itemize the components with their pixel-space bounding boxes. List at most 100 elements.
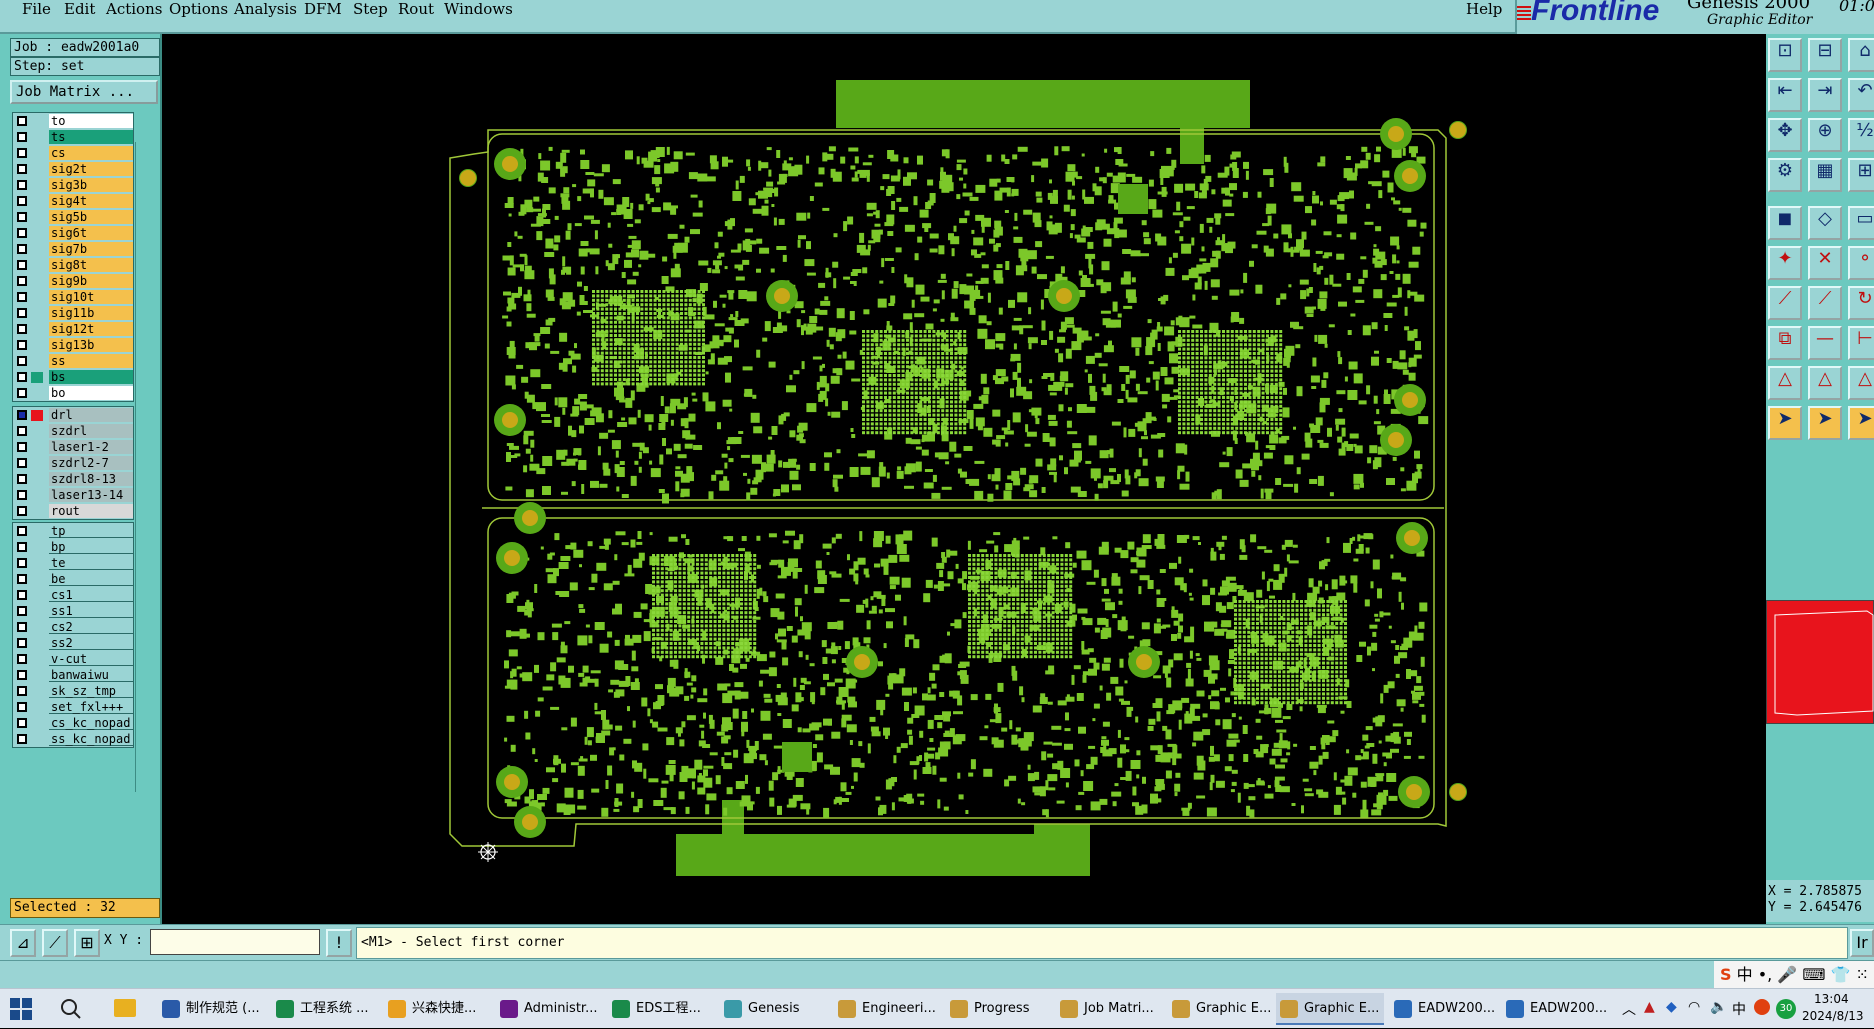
menu-edit[interactable]: Edit	[64, 0, 95, 18]
menu-step[interactable]: Step	[353, 0, 388, 18]
layer-row[interactable]: rout	[13, 503, 133, 519]
menu-help[interactable]: Help	[1466, 0, 1502, 18]
layer-checkbox[interactable]	[17, 718, 27, 728]
layer-row[interactable]: cs2	[13, 619, 133, 635]
layer-checkbox[interactable]	[17, 574, 27, 584]
layer-checkbox[interactable]	[17, 506, 27, 516]
layer-checkbox[interactable]	[17, 558, 27, 568]
layer-checkbox[interactable]	[17, 292, 27, 302]
menu-dfm[interactable]: DFM	[304, 0, 342, 18]
menu-actions[interactable]: Actions	[106, 0, 162, 18]
layer-checkbox[interactable]	[17, 180, 27, 190]
layer-checkbox[interactable]	[17, 606, 27, 616]
layer-row[interactable]: ts	[13, 129, 133, 145]
layer-row[interactable]: ss1	[13, 603, 133, 619]
layer-row[interactable]: sig7b	[13, 241, 133, 257]
layer-checkbox[interactable]	[17, 244, 27, 254]
layer-checkbox[interactable]	[17, 308, 27, 318]
layer-checkbox[interactable]	[17, 654, 27, 664]
layer-checkbox[interactable]	[17, 542, 27, 552]
layer-checkbox[interactable]	[17, 474, 27, 484]
layer-row[interactable]: tp	[13, 523, 133, 539]
menu-file[interactable]: File	[22, 0, 51, 18]
layer-checkbox[interactable]	[17, 116, 27, 126]
layer-row[interactable]: sig9b	[13, 273, 133, 289]
layer-row[interactable]: cs1	[13, 587, 133, 603]
menu-rout[interactable]: Rout	[398, 0, 434, 18]
pad	[871, 339, 874, 342]
layer-checkbox[interactable]	[17, 490, 27, 500]
layer-checkbox[interactable]	[17, 458, 27, 468]
layer-checkbox[interactable]	[17, 388, 27, 398]
pad	[1337, 437, 1342, 443]
layer-row[interactable]: set_fxl+++	[13, 699, 133, 715]
pcb-board-view[interactable]	[162, 34, 1766, 924]
layer-checkbox[interactable]	[17, 426, 27, 436]
layer-row[interactable]: cs_kc_nopad	[13, 715, 133, 731]
menu-options[interactable]: Options	[169, 0, 228, 18]
layer-row[interactable]: bo	[13, 385, 133, 401]
layer-row[interactable]: sig3b	[13, 177, 133, 193]
layer-checkbox[interactable]	[17, 442, 27, 452]
layer-row[interactable]: drl	[13, 407, 133, 423]
layer-checkbox[interactable]	[17, 686, 27, 696]
layer-checkbox[interactable]	[17, 410, 27, 420]
layer-row[interactable]: laser1-2	[13, 439, 133, 455]
menu-windows[interactable]: Windows	[444, 0, 513, 18]
menu-analysis[interactable]: Analysis	[234, 0, 297, 18]
layer-row[interactable]: bp	[13, 539, 133, 555]
layer-row[interactable]: sig10t	[13, 289, 133, 305]
layer-checkbox[interactable]	[17, 372, 27, 382]
layer-checkbox[interactable]	[17, 702, 27, 712]
layer-row[interactable]: szdrl	[13, 423, 133, 439]
job-matrix-button[interactable]: Job Matrix ...	[10, 80, 158, 104]
layer-checkbox[interactable]	[17, 324, 27, 334]
layer-checkbox[interactable]	[17, 276, 27, 286]
layer-row[interactable]: bs	[13, 369, 133, 385]
pad	[605, 356, 608, 359]
layer-row[interactable]: szdrl8-13	[13, 471, 133, 487]
layer-checkbox[interactable]	[17, 734, 27, 744]
layer-checkbox[interactable]	[17, 356, 27, 366]
layer-checkbox[interactable]	[17, 526, 27, 536]
layer-checkbox[interactable]	[17, 622, 27, 632]
pad	[1368, 777, 1377, 787]
layer-row[interactable]: szdrl2-7	[13, 455, 133, 471]
layer-row[interactable]: sig12t	[13, 321, 133, 337]
layer-row[interactable]: laser13-14	[13, 487, 133, 503]
layer-scrollbar[interactable]	[135, 142, 159, 792]
pad	[776, 594, 785, 599]
layer-row[interactable]: sig8t	[13, 257, 133, 273]
layer-checkbox[interactable]	[17, 590, 27, 600]
layer-row[interactable]: v-cut	[13, 651, 133, 667]
layer-row[interactable]: sig2t	[13, 161, 133, 177]
layer-row[interactable]: sig13b	[13, 337, 133, 353]
layer-checkbox[interactable]	[17, 670, 27, 680]
layer-checkbox[interactable]	[17, 340, 27, 350]
layer-checkbox[interactable]	[17, 260, 27, 270]
layer-row[interactable]: sig5b	[13, 209, 133, 225]
graphic-canvas[interactable]	[162, 34, 1766, 924]
layer-row[interactable]: banwaiwu	[13, 667, 133, 683]
layer-row[interactable]: sig11b	[13, 305, 133, 321]
layer-row[interactable]: be	[13, 571, 133, 587]
layer-row[interactable]: te	[13, 555, 133, 571]
frontline-logo-icon	[1517, 6, 1531, 22]
layer-row[interactable]: ss	[13, 353, 133, 369]
layer-row[interactable]: ss_kc_nopad	[13, 731, 133, 747]
layer-checkbox[interactable]	[17, 228, 27, 238]
layer-row[interactable]: sig6t	[13, 225, 133, 241]
layer-row[interactable]: sk_sz_tmp	[13, 683, 133, 699]
layer-row[interactable]: ss2	[13, 635, 133, 651]
layer-checkbox[interactable]	[17, 132, 27, 142]
layer-checkbox[interactable]	[17, 638, 27, 648]
layer-checkbox[interactable]	[17, 148, 27, 158]
pad	[652, 554, 655, 557]
layer-checkbox[interactable]	[17, 164, 27, 174]
layer-checkbox[interactable]	[17, 196, 27, 206]
layer-row[interactable]: to	[13, 113, 133, 129]
layer-row[interactable]: cs	[13, 145, 133, 161]
layer-row[interactable]: sig4t	[13, 193, 133, 209]
pad	[652, 576, 655, 579]
layer-checkbox[interactable]	[17, 212, 27, 222]
